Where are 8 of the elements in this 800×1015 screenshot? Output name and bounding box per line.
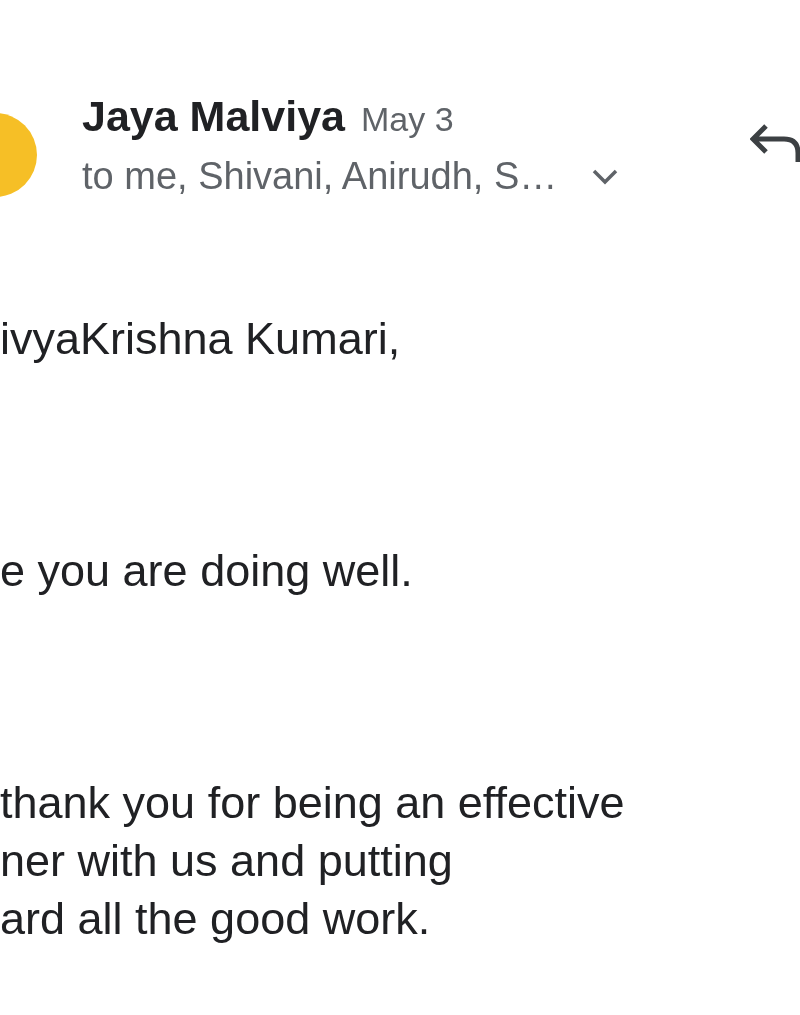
message-text: ivyaKrishna Kumari, (0, 312, 402, 366)
reply-icon[interactable] (750, 122, 800, 164)
message-text: thank you for being an effective ner with us and putting ard all the good work. (0, 776, 626, 946)
sender-name: Jaya Malviya (82, 92, 345, 141)
chevron-icon[interactable] (591, 167, 620, 186)
message-text: e you are doing well. (0, 544, 414, 598)
message-date: May 3 (361, 100, 454, 139)
recipients: to me, Shivani, Anirudh, S… (82, 155, 558, 198)
